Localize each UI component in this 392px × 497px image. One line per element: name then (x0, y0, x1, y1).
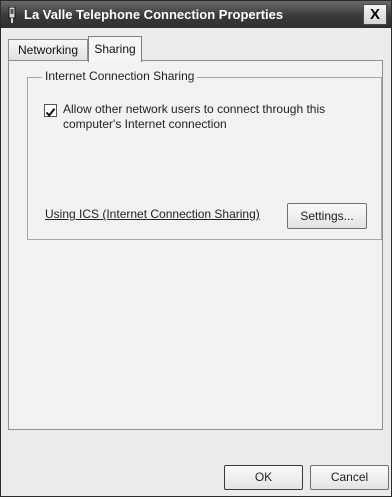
checkmark-icon (45, 108, 56, 117)
tab-networking[interactable]: Networking (8, 39, 88, 61)
settings-button[interactable]: Settings... (287, 203, 367, 229)
ics-help-link[interactable]: Using ICS (Internet Connection Sharing) (45, 207, 260, 221)
tab-sharing[interactable]: Sharing (88, 36, 142, 62)
window-title: La Valle Telephone Connection Properties (24, 7, 284, 22)
ok-button[interactable]: OK (224, 465, 303, 490)
allow-sharing-label[interactable]: Allow other network users to connect thr… (63, 102, 363, 132)
cancel-button[interactable]: Cancel (310, 465, 389, 490)
network-connection-icon (6, 6, 18, 23)
ics-group-label: Internet Connection Sharing (42, 69, 198, 83)
close-button[interactable]: X (363, 4, 387, 25)
properties-dialog: La Valle Telephone Connection Properties… (0, 0, 392, 497)
close-icon: X (369, 6, 380, 23)
allow-sharing-checkbox[interactable] (44, 104, 57, 117)
title-bar[interactable]: La Valle Telephone Connection Properties… (1, 1, 391, 28)
